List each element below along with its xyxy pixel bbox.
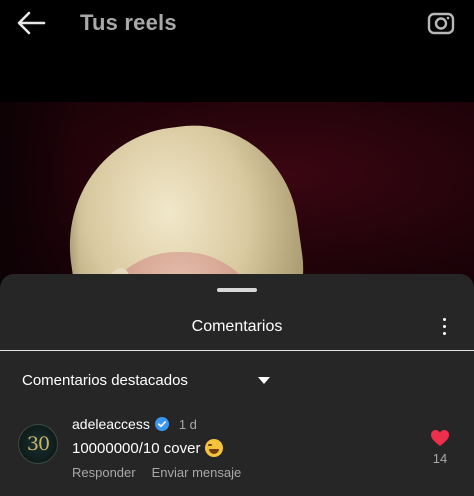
- more-options-button[interactable]: [438, 318, 450, 338]
- filter-label: Comentarios destacados: [22, 372, 188, 389]
- comment-username[interactable]: adeleaccess: [72, 416, 150, 432]
- more-dot-icon: [442, 318, 446, 321]
- reel-video-preview[interactable]: [0, 102, 474, 282]
- arrow-left-icon: [17, 11, 46, 35]
- sheet-drag-handle[interactable]: [217, 288, 257, 292]
- comment-filter-dropdown[interactable]: Comentarios destacados: [22, 372, 270, 389]
- comment-timestamp: 1 d: [178, 416, 197, 432]
- camera-button[interactable]: [426, 8, 456, 38]
- laughing-tears-emoji-icon: [205, 439, 224, 457]
- avatar[interactable]: 30: [18, 424, 58, 464]
- comment-body: 10000000/10 cover: [72, 439, 224, 457]
- more-dot-icon: [442, 332, 446, 335]
- avatar-text: 30: [26, 433, 50, 455]
- chevron-down-icon: [257, 377, 270, 384]
- more-dot-icon: [442, 325, 446, 328]
- page-title: Tus reels: [80, 10, 177, 35]
- verified-badge-icon: [154, 417, 169, 431]
- reply-button[interactable]: Responder: [72, 465, 136, 480]
- camera-icon: [427, 12, 455, 35]
- send-message-button[interactable]: Enviar mensaje: [152, 465, 242, 480]
- like-button[interactable]: [430, 429, 450, 447]
- comment-header: adeleaccess 1 d: [72, 416, 197, 432]
- comment-text: 10000000/10 cover: [72, 439, 201, 457]
- comment-actions: Responder Enviar mensaje: [72, 465, 241, 480]
- top-bar: Tus reels: [0, 0, 474, 46]
- like-count: 14: [432, 451, 448, 466]
- divider: [0, 350, 474, 351]
- back-button[interactable]: [14, 8, 48, 38]
- comments-sheet: Comentarios Comentarios destacados 30 ad…: [0, 274, 474, 496]
- video-shade: [0, 102, 80, 282]
- heart-icon: [431, 430, 449, 446]
- sheet-title: Comentarios: [191, 318, 283, 335]
